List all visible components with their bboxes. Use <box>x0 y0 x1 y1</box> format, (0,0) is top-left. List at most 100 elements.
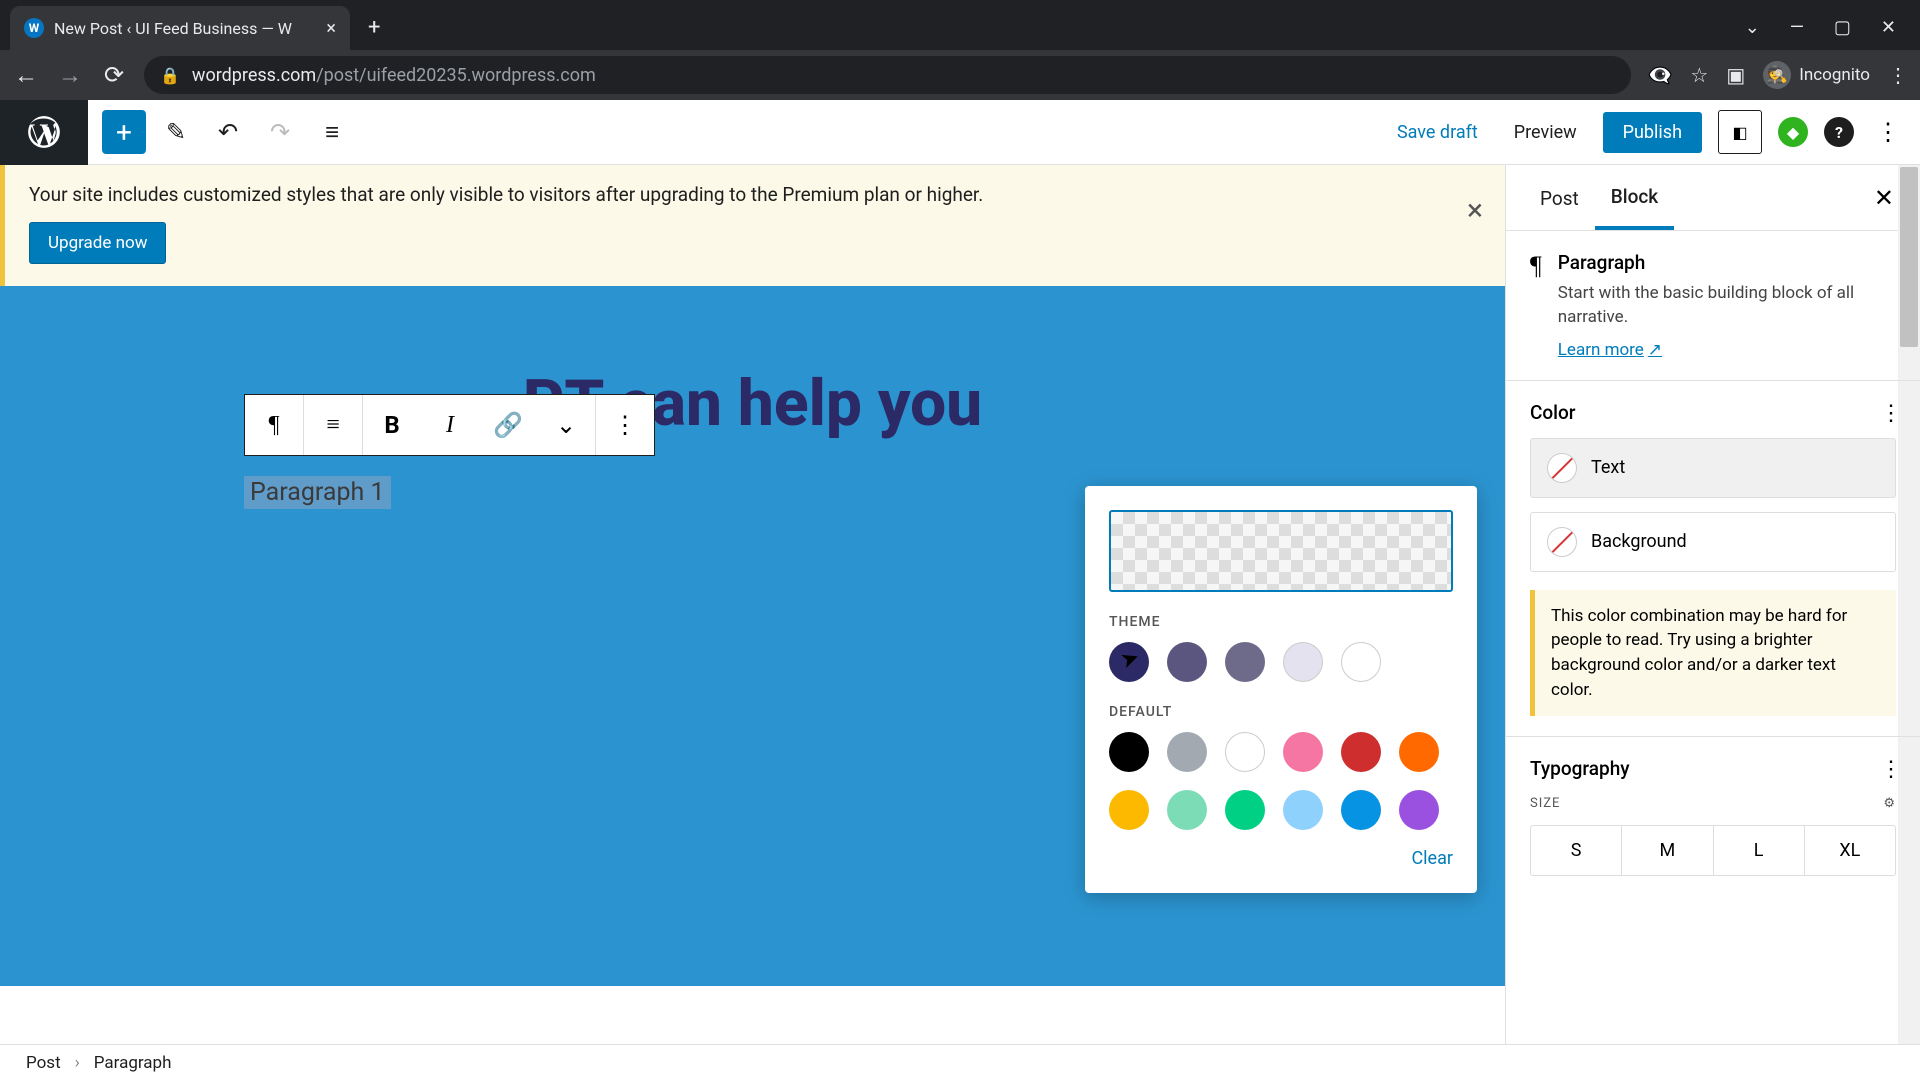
forward-button[interactable]: → <box>56 61 84 90</box>
theme-swatch-row <box>1109 642 1453 682</box>
panel-icon[interactable]: ▣ <box>1726 63 1745 87</box>
back-button[interactable]: ← <box>12 61 40 90</box>
size-label: SIZE <box>1530 796 1560 811</box>
window-minimize-icon[interactable]: — <box>1790 17 1804 38</box>
font-size-m[interactable]: M <box>1622 826 1713 875</box>
size-settings-icon[interactable]: ⚙ <box>1883 796 1896 811</box>
color-panel-title: Color <box>1530 401 1896 424</box>
wordpress-favicon: W <box>24 18 44 38</box>
chevron-right-icon: › <box>75 1053 80 1073</box>
paragraph-block[interactable]: Paragraph 1 <box>244 476 391 509</box>
notice-text: Your site includes customized styles tha… <box>29 183 1481 206</box>
notice-close-icon[interactable]: × <box>1467 193 1483 228</box>
default-color-swatch[interactable] <box>1399 790 1439 830</box>
tab-title: New Post ‹ UI Feed Business — W <box>54 19 316 38</box>
color-picker-popover: THEME DEFAULT Clear <box>1085 486 1477 893</box>
default-color-swatch[interactable] <box>1109 732 1149 772</box>
save-draft-button[interactable]: Save draft <box>1387 114 1488 151</box>
edit-tool-icon[interactable]: ✎ <box>154 110 198 154</box>
incognito-badge[interactable]: 🕵️ Incognito <box>1763 61 1870 89</box>
sidebar-toggle-icon[interactable]: ◧ <box>1718 110 1762 154</box>
tab-post[interactable]: Post <box>1524 167 1595 228</box>
theme-color-swatch[interactable] <box>1341 642 1381 682</box>
theme-label: THEME <box>1109 614 1453 630</box>
color-preview-transparent[interactable] <box>1109 510 1453 592</box>
help-icon[interactable]: ? <box>1824 117 1854 147</box>
block-more-options-icon[interactable]: ⋮ <box>596 395 654 455</box>
url-host: wordpress.com <box>192 65 316 86</box>
block-name: Paragraph <box>1558 251 1896 274</box>
external-link-icon: ↗ <box>1648 340 1662 360</box>
reload-button[interactable]: ⟳ <box>100 61 128 89</box>
breadcrumb-root[interactable]: Post <box>26 1053 61 1073</box>
align-icon[interactable]: ≡ <box>304 395 362 455</box>
settings-sidebar: Post Block ✕ ¶ Paragraph Start with the … <box>1505 165 1920 1044</box>
more-options-icon[interactable]: ⋮ <box>1870 118 1906 146</box>
default-color-swatch[interactable] <box>1283 790 1323 830</box>
block-description: Start with the basic building block of a… <box>1558 282 1896 330</box>
font-size-s[interactable]: S <box>1531 826 1622 875</box>
color-panel-more-icon[interactable]: ⋮ <box>1880 401 1902 426</box>
text-color-option[interactable]: Text <box>1530 438 1896 498</box>
no-color-icon <box>1547 453 1577 483</box>
paragraph-icon: ¶ <box>1530 251 1542 281</box>
upgrade-notice: Your site includes customized styles tha… <box>0 165 1505 286</box>
theme-color-swatch[interactable] <box>1167 642 1207 682</box>
clear-color-button[interactable]: Clear <box>1109 848 1453 869</box>
default-color-swatch[interactable] <box>1225 790 1265 830</box>
default-swatch-row <box>1109 732 1453 830</box>
redo-button[interactable]: ↷ <box>258 110 302 154</box>
block-inserter-button[interactable]: + <box>102 110 146 154</box>
default-color-swatch[interactable] <box>1341 732 1381 772</box>
undo-button[interactable]: ↶ <box>206 110 250 154</box>
publish-button[interactable]: Publish <box>1603 112 1702 153</box>
default-label: DEFAULT <box>1109 704 1453 720</box>
window-maximize-icon[interactable]: ▢ <box>1834 17 1851 38</box>
bold-button[interactable]: B <box>363 395 421 455</box>
link-button[interactable]: 🔗 <box>479 395 537 455</box>
wordpress-logo[interactable] <box>0 100 88 165</box>
font-size-xl[interactable]: XL <box>1805 826 1895 875</box>
theme-color-swatch[interactable] <box>1225 642 1265 682</box>
default-color-swatch[interactable] <box>1341 790 1381 830</box>
learn-more-link[interactable]: Learn more↗ <box>1558 340 1662 360</box>
address-bar[interactable]: 🔒 wordpress.com/post/uifeed20235.wordpre… <box>144 56 1631 94</box>
editor-canvas[interactable]: PT can help you ¶ ≡ B I 🔗 ⌄ <box>0 286 1505 986</box>
font-size-picker: SMLXL <box>1530 825 1896 876</box>
tab-close-icon[interactable]: × <box>326 18 336 39</box>
more-rich-text-dropdown[interactable]: ⌄ <box>537 395 595 455</box>
no-color-icon <box>1547 527 1577 557</box>
theme-color-swatch[interactable] <box>1109 642 1149 682</box>
incognito-icon: 🕵️ <box>1763 61 1791 89</box>
default-color-swatch[interactable] <box>1283 732 1323 772</box>
tabs-dropdown-icon[interactable]: ⌄ <box>1745 17 1760 38</box>
default-color-swatch[interactable] <box>1167 732 1207 772</box>
preview-button[interactable]: Preview <box>1504 114 1587 151</box>
bookmark-star-icon[interactable]: ☆ <box>1690 63 1708 87</box>
eye-off-icon[interactable]: 👁️‍🗨️ <box>1647 63 1672 87</box>
browser-tab[interactable]: W New Post ‹ UI Feed Business — W × <box>10 6 350 50</box>
breadcrumb-current[interactable]: Paragraph <box>94 1053 172 1073</box>
default-color-swatch[interactable] <box>1109 790 1149 830</box>
sidebar-close-icon[interactable]: ✕ <box>1866 176 1902 220</box>
default-color-swatch[interactable] <box>1399 732 1439 772</box>
kebab-menu-icon[interactable]: ⋮ <box>1888 63 1908 87</box>
background-color-option[interactable]: Background <box>1530 512 1896 572</box>
default-color-swatch[interactable] <box>1225 732 1265 772</box>
default-color-swatch[interactable] <box>1167 790 1207 830</box>
font-size-l[interactable]: L <box>1714 826 1805 875</box>
upgrade-now-button[interactable]: Upgrade now <box>29 222 166 264</box>
block-toolbar: ¶ ≡ B I 🔗 ⌄ ⋮ <box>244 394 655 456</box>
color-contrast-warning: This color combination may be hard for p… <box>1530 590 1896 717</box>
url-path: /post/uifeed20235.wordpress.com <box>316 65 596 86</box>
tab-block[interactable]: Block <box>1595 165 1674 230</box>
typography-panel-more-icon[interactable]: ⋮ <box>1880 757 1902 782</box>
new-tab-button[interactable]: + <box>368 15 380 40</box>
document-outline-icon[interactable]: ≡ <box>310 110 354 154</box>
typography-panel-title: Typography <box>1530 757 1896 780</box>
italic-button[interactable]: I <box>421 395 479 455</box>
theme-color-swatch[interactable] <box>1283 642 1323 682</box>
jetpack-icon[interactable]: ◆ <box>1778 117 1808 147</box>
paragraph-block-icon[interactable]: ¶ <box>245 395 303 455</box>
window-close-icon[interactable]: ✕ <box>1881 17 1896 38</box>
